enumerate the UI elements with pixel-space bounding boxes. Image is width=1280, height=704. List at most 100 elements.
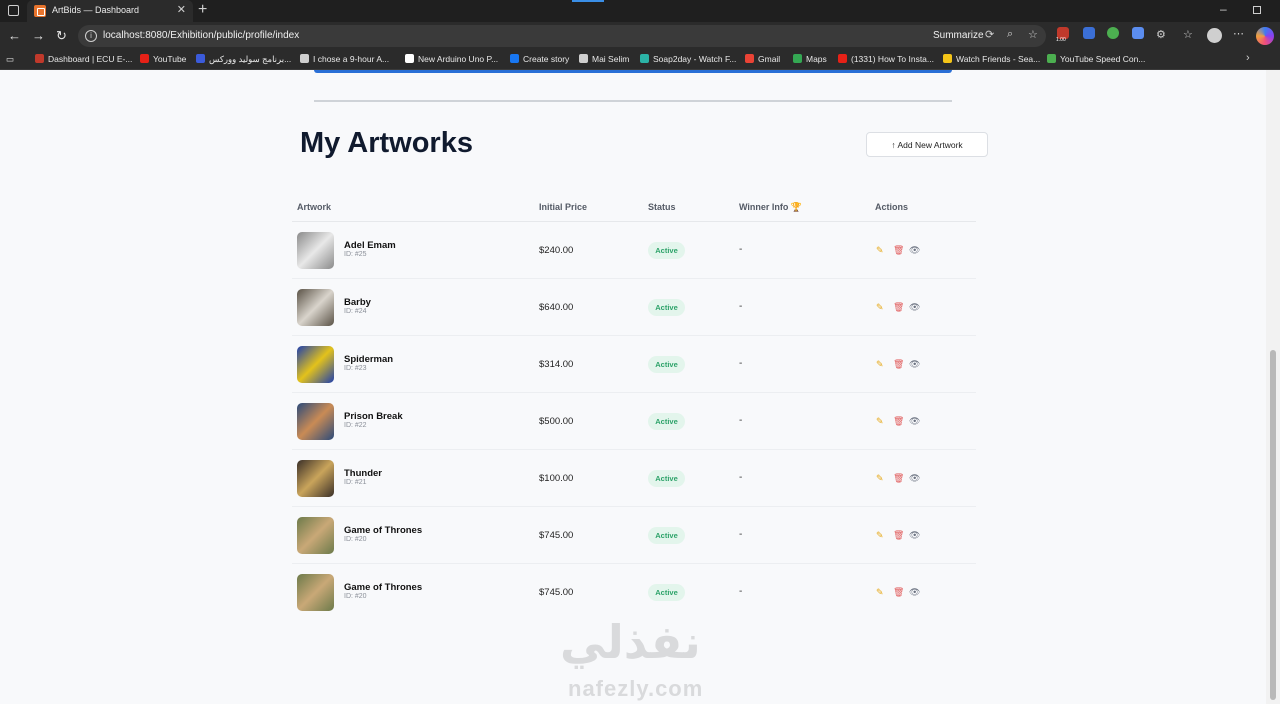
minimize-button[interactable]: –: [1220, 2, 1227, 16]
status-badge: Active: [648, 242, 685, 259]
artwork-thumbnail[interactable]: [297, 232, 334, 269]
view-eye-icon[interactable]: 👁: [909, 359, 920, 370]
edit-pencil-icon[interactable]: ✎: [876, 587, 884, 598]
artwork-id: ID: #25: [344, 251, 367, 258]
view-eye-icon[interactable]: 👁: [909, 473, 920, 484]
delete-trash-icon[interactable]: 🗑: [893, 416, 904, 427]
page-viewport: My Artworks ↑ Add New Artwork Artwork In…: [0, 70, 1266, 704]
delete-trash-icon[interactable]: 🗑: [893, 245, 904, 256]
view-eye-icon[interactable]: 👁: [909, 530, 920, 541]
delete-trash-icon[interactable]: 🗑: [893, 530, 904, 541]
address-bar[interactable]: i localhost:8080/Exhibition/public/profi…: [78, 25, 1046, 47]
watermark-arabic: نفذلي: [560, 615, 701, 669]
bookmark-item[interactable]: Dashboard | ECU E-...: [35, 54, 132, 64]
new-tab-button[interactable]: +: [198, 1, 207, 19]
extensions-puzzle-icon[interactable]: ⚙: [1156, 28, 1166, 41]
copilot-icon[interactable]: [1256, 27, 1274, 45]
artwork-thumbnail[interactable]: [297, 289, 334, 326]
table-row: Adel Emam ID: #25 $240.00 Active - ✎ 🗑 👁: [292, 222, 976, 279]
bookmark-item[interactable]: I chose a 9-hour A...: [300, 54, 389, 64]
delete-trash-icon[interactable]: 🗑: [893, 473, 904, 484]
site-info-icon[interactable]: i: [85, 30, 97, 42]
artwork-thumbnail[interactable]: [297, 346, 334, 383]
bookmark-item[interactable]: Gmail: [745, 54, 780, 64]
column-header-status: Status: [648, 202, 676, 212]
extension-icon[interactable]: [1132, 27, 1144, 39]
watermark-latin: nafezly.com: [568, 676, 704, 701]
bookmark-item[interactable]: New Arduino Uno P...: [405, 54, 498, 64]
browser-titlebar: ArtBids — Dashboard ✕ + –: [0, 0, 1280, 22]
tab-close-icon[interactable]: ✕: [177, 3, 186, 16]
scrollbar-thumb[interactable]: [1270, 350, 1276, 700]
table-row: Game of Thrones ID: #20 $745.00 Active -…: [292, 564, 976, 621]
bookmarks-bar: ▭ Dashboard | ECU E-... YouTube برنامج س…: [0, 50, 1280, 70]
bookmark-item[interactable]: Soap2day - Watch F...: [640, 54, 736, 64]
bookmark-favicon-icon: [745, 54, 754, 63]
edit-pencil-icon[interactable]: ✎: [876, 359, 884, 370]
back-arrow-icon[interactable]: ←: [8, 28, 21, 43]
zoom-icon[interactable]: ⌕: [1007, 28, 1013, 41]
artwork-thumbnail[interactable]: [297, 403, 334, 440]
edit-pencil-icon[interactable]: ✎: [876, 530, 884, 541]
artwork-price: $640.00: [539, 302, 574, 313]
bookmark-item[interactable]: YouTube Speed Con...: [1047, 54, 1145, 64]
bookmark-item[interactable]: YouTube: [140, 54, 186, 64]
bookmark-item[interactable]: برنامج سوليد ووركس...: [196, 54, 291, 65]
winner-info: -: [739, 472, 743, 483]
view-eye-icon[interactable]: 👁: [909, 587, 920, 598]
bookmarks-overflow-chevron-icon[interactable]: ›: [1246, 52, 1250, 64]
url-text[interactable]: localhost:8080/Exhibition/public/profile…: [103, 30, 299, 41]
profile-avatar[interactable]: [1207, 28, 1222, 43]
bookmark-favicon-icon: [1047, 54, 1056, 63]
artwork-price: $240.00: [539, 245, 574, 256]
bookmark-item[interactable]: Create story: [510, 54, 569, 64]
bookmark-label: I chose a 9-hour A...: [313, 54, 390, 64]
bookmark-item[interactable]: Maps: [793, 54, 827, 64]
bookmark-item[interactable]: (1331) How To Insta...: [838, 54, 934, 64]
winner-info: -: [739, 415, 743, 426]
view-eye-icon[interactable]: 👁: [909, 302, 920, 313]
column-header-actions: Actions: [875, 202, 909, 212]
artwork-thumbnail[interactable]: [297, 460, 334, 497]
bookmark-item[interactable]: Mai Selim: [579, 54, 629, 64]
window-menu-icon[interactable]: [8, 5, 19, 16]
more-menu-icon[interactable]: ⋯: [1233, 27, 1244, 40]
favorites-icon[interactable]: ☆: [1183, 28, 1193, 41]
bookmark-label: برنامج سوليد ووركس...: [209, 54, 292, 64]
bookmark-label: YouTube Speed Con...: [1060, 54, 1146, 64]
artwork-thumbnail[interactable]: [297, 517, 334, 554]
add-new-artwork-button[interactable]: ↑ Add New Artwork: [866, 132, 988, 157]
forward-arrow-icon[interactable]: →: [32, 28, 45, 43]
reload-icon[interactable]: ↻: [56, 28, 67, 44]
edit-pencil-icon[interactable]: ✎: [876, 245, 884, 256]
view-eye-icon[interactable]: 👁: [909, 416, 920, 427]
extension-icon[interactable]: [1083, 27, 1095, 39]
maximize-button[interactable]: [1253, 6, 1261, 14]
delete-trash-icon[interactable]: 🗑: [893, 302, 904, 313]
table-row: Prison Break ID: #22 $500.00 Active - ✎ …: [292, 393, 976, 450]
reading-list-icon[interactable]: ▭: [6, 54, 14, 65]
bookmark-label: Dashboard | ECU E-...: [48, 54, 133, 64]
artwork-name: Barby: [344, 297, 371, 308]
page-scrollbar[interactable]: [1266, 70, 1280, 704]
view-eye-icon[interactable]: 👁: [909, 245, 920, 256]
artwork-name: Thunder: [344, 468, 382, 479]
favorite-star-icon[interactable]: ☆: [1028, 28, 1038, 41]
extension-icon[interactable]: [1107, 27, 1119, 39]
edit-pencil-icon[interactable]: ✎: [876, 302, 884, 313]
edit-pencil-icon[interactable]: ✎: [876, 416, 884, 427]
extension-badge: 1.00: [1056, 37, 1066, 43]
bookmark-label: (1331) How To Insta...: [851, 54, 934, 64]
summarize-icon[interactable]: ⟳: [985, 28, 994, 41]
delete-trash-icon[interactable]: 🗑: [893, 587, 904, 598]
delete-trash-icon[interactable]: 🗑: [893, 359, 904, 370]
table-row: Spiderman ID: #23 $314.00 Active - ✎ 🗑 👁: [292, 336, 976, 393]
artwork-name: Spiderman: [344, 354, 394, 365]
summarize-button[interactable]: Summarize: [933, 30, 984, 41]
browser-tab-artbids[interactable]: ArtBids — Dashboard ✕: [27, 0, 193, 22]
edit-pencil-icon[interactable]: ✎: [876, 473, 884, 484]
artwork-thumbnail[interactable]: [297, 574, 334, 611]
bookmark-item[interactable]: Watch Friends - Sea...: [943, 54, 1040, 64]
page-title: My Artworks: [300, 127, 473, 159]
bookmark-favicon-icon: [196, 54, 205, 63]
